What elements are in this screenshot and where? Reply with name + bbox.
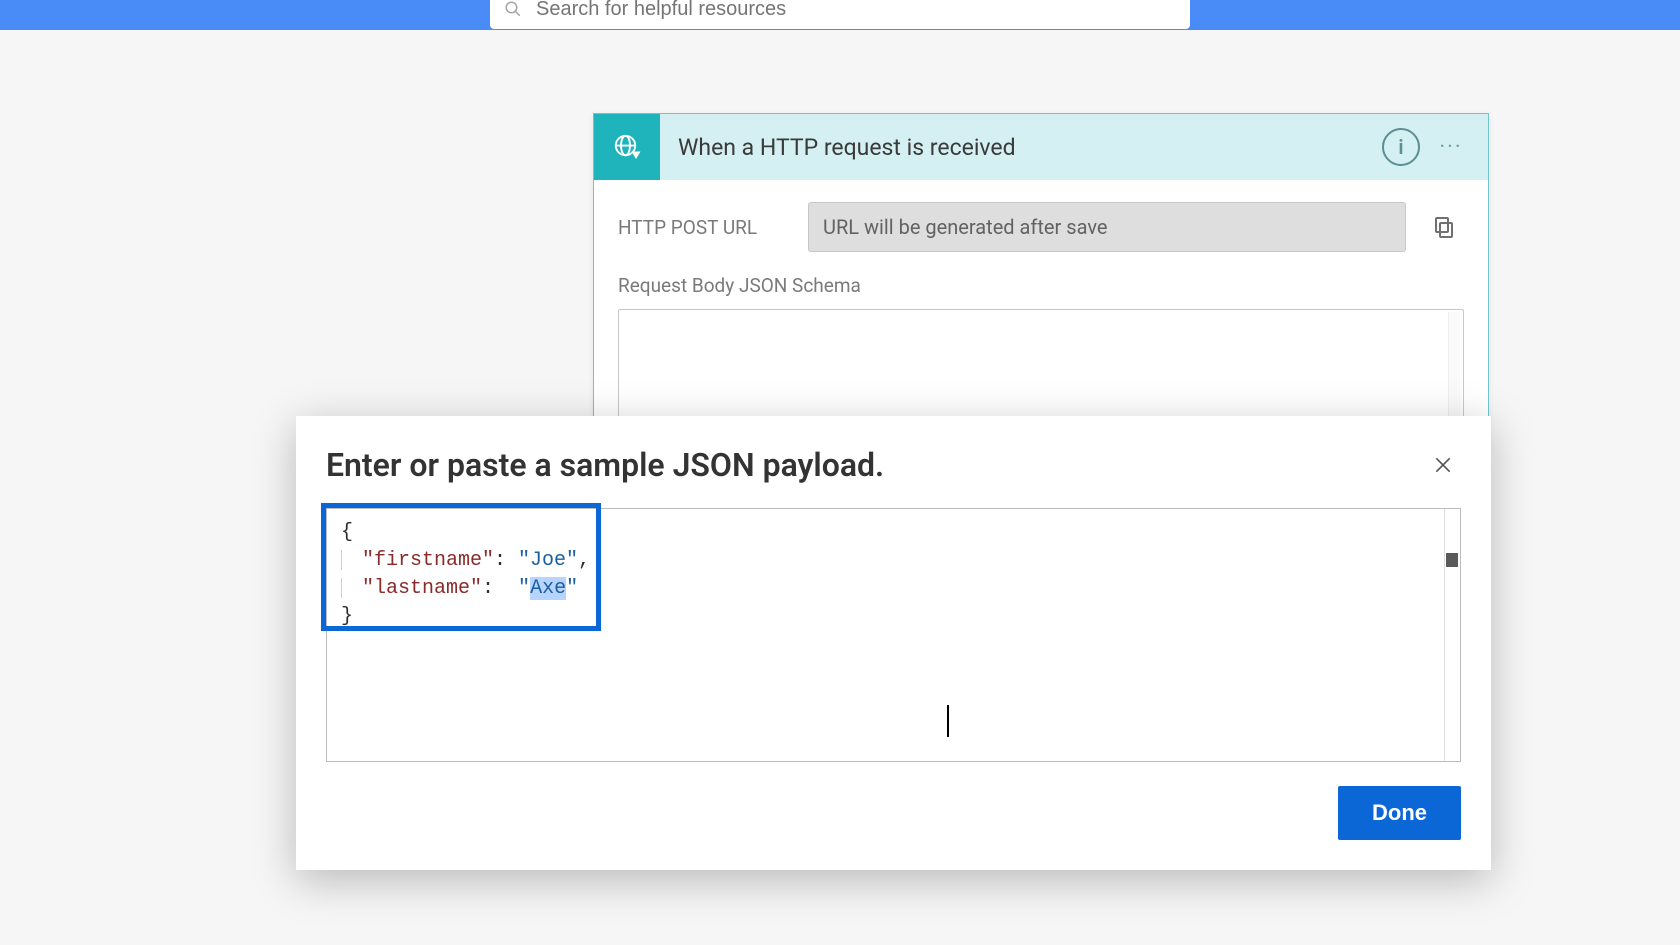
- json-value-firstname: "Joe": [518, 549, 578, 572]
- done-button[interactable]: Done: [1338, 786, 1461, 840]
- json-brace-open: {: [341, 521, 353, 544]
- json-payload-textarea[interactable]: { "firstname": "Joe", "lastname": "Axe" …: [326, 508, 1461, 762]
- info-icon[interactable]: i: [1382, 128, 1420, 166]
- scrollbar[interactable]: [1444, 509, 1460, 761]
- search-box[interactable]: [490, 0, 1190, 29]
- text-caret: [947, 705, 949, 737]
- json-key-firstname: "firstname": [362, 549, 494, 572]
- json-key-lastname: "lastname": [362, 577, 482, 600]
- more-options-icon[interactable]: ···: [1428, 128, 1474, 166]
- http-post-url-field: URL will be generated after save: [808, 202, 1406, 252]
- modal-title: Enter or paste a sample JSON payload.: [326, 446, 1425, 484]
- top-bar: [0, 0, 1680, 30]
- copy-url-button[interactable]: [1424, 207, 1464, 247]
- schema-label: Request Body JSON Schema: [618, 274, 1464, 297]
- http-post-url-label: HTTP POST URL: [618, 216, 808, 239]
- trigger-header[interactable]: When a HTTP request is received i ···: [594, 114, 1488, 180]
- http-request-icon: [594, 114, 660, 180]
- trigger-body: HTTP POST URL URL will be generated afte…: [594, 180, 1488, 449]
- close-button[interactable]: [1425, 447, 1461, 483]
- schema-textarea[interactable]: [618, 309, 1464, 419]
- sample-payload-modal: Enter or paste a sample JSON payload. { …: [296, 416, 1491, 870]
- json-brace-close: }: [341, 605, 353, 628]
- trigger-title: When a HTTP request is received: [660, 134, 1374, 161]
- json-value-lastname-selected: Axe: [530, 577, 566, 600]
- search-input[interactable]: [536, 0, 1176, 21]
- search-icon: [504, 0, 522, 18]
- http-trigger-card: When a HTTP request is received i ··· HT…: [593, 113, 1489, 450]
